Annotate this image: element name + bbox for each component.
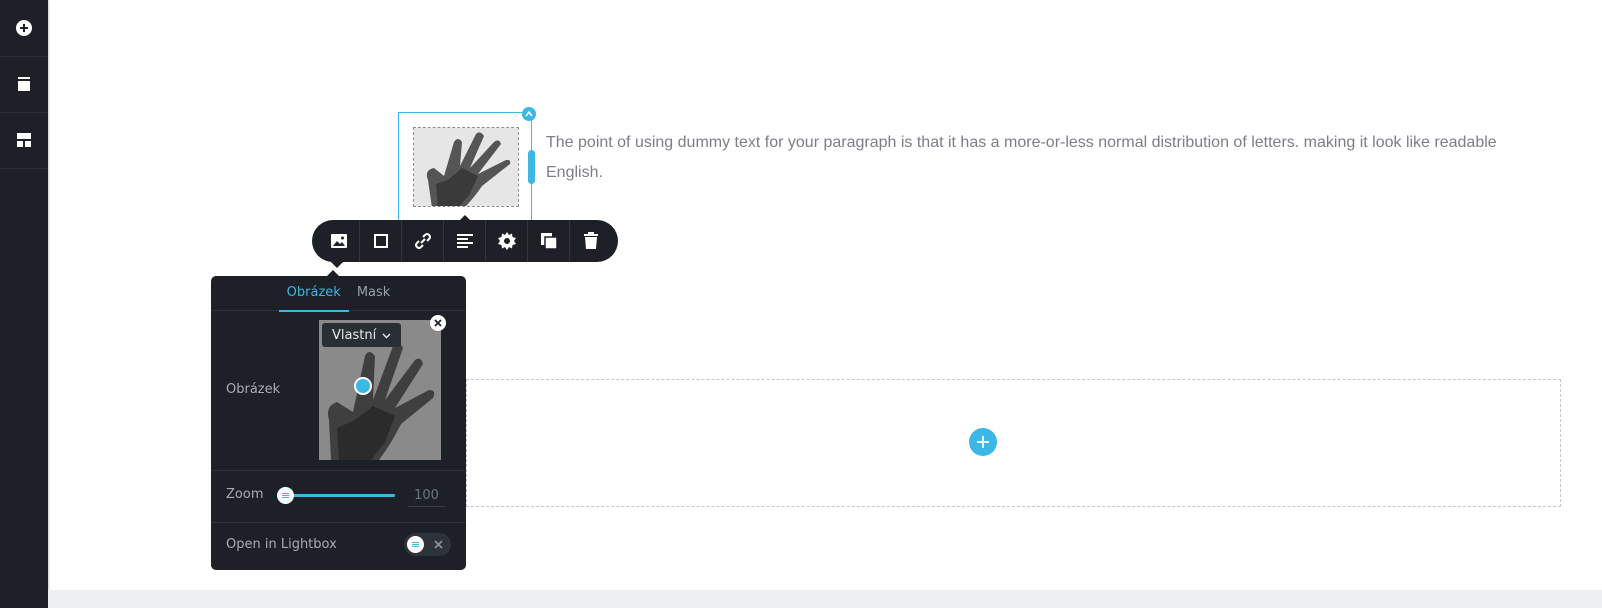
grip-icon — [282, 495, 289, 496]
tab-obrazek[interactable]: Obrázek — [278, 276, 349, 312]
chevron-up-icon — [525, 110, 533, 117]
hand-photo-icon — [414, 128, 518, 206]
grip-icon — [412, 544, 419, 545]
gear-icon — [497, 232, 516, 250]
layers-button[interactable] — [0, 56, 48, 113]
align-left-icon — [456, 234, 473, 248]
panel-tabs: Obrázek Mask — [211, 276, 466, 312]
add-element-button[interactable] — [0, 0, 48, 57]
divider — [211, 522, 466, 523]
trash-icon — [584, 232, 598, 249]
link-button[interactable] — [402, 220, 444, 262]
toggle-knob — [407, 536, 424, 553]
image-row-label: Obrázek — [226, 382, 281, 397]
image-element[interactable] — [398, 112, 532, 221]
zoom-label: Zoom — [226, 487, 264, 502]
plus-circle-icon — [16, 20, 32, 36]
border-icon — [373, 234, 388, 248]
plus-icon — [977, 436, 989, 448]
border-button[interactable] — [360, 220, 402, 262]
duplicate-button[interactable] — [528, 220, 570, 262]
collapse-handle[interactable] — [522, 107, 536, 121]
close-icon — [434, 319, 442, 327]
paragraph-text[interactable]: The point of using dummy text for your p… — [546, 128, 1526, 188]
size-dropdown[interactable]: Vlastní — [322, 323, 402, 347]
zoom-slider-track[interactable] — [286, 494, 395, 497]
delete-button[interactable] — [570, 220, 612, 262]
blocks-button[interactable] — [0, 112, 48, 169]
divider — [211, 470, 466, 471]
duplicate-icon — [540, 233, 558, 250]
size-dropdown-value: Vlastní — [332, 327, 377, 343]
align-button[interactable] — [444, 220, 486, 262]
empty-row-dropzone[interactable] — [466, 379, 1561, 507]
add-block-button[interactable] — [969, 428, 997, 456]
zoom-slider-thumb[interactable] — [277, 487, 294, 504]
chevron-down-icon — [382, 333, 391, 338]
blocks-icon — [17, 133, 31, 147]
image-icon — [330, 234, 347, 248]
zoom-value-input[interactable]: 100 — [408, 484, 445, 507]
image-thumbnail — [413, 127, 519, 207]
lightbox-label: Open in Lightbox — [226, 537, 337, 552]
settings-button[interactable] — [486, 220, 528, 262]
tab-mask[interactable]: Mask — [349, 276, 398, 310]
layers-icon — [18, 77, 30, 91]
image-settings-button[interactable] — [318, 220, 360, 262]
focal-point-handle[interactable] — [354, 377, 372, 395]
image-options-panel: Obrázek Mask Obrázek Vlastní Zoom 100 Op… — [211, 276, 466, 570]
footer-strip — [48, 590, 1602, 608]
toolbar-caret — [330, 261, 344, 268]
link-icon — [414, 233, 431, 249]
close-icon — [434, 540, 443, 549]
remove-image-button[interactable] — [430, 315, 446, 331]
resize-handle[interactable] — [528, 150, 535, 184]
lightbox-toggle[interactable] — [404, 533, 451, 556]
left-sidebar — [0, 0, 48, 608]
image-toolbar — [312, 220, 618, 262]
